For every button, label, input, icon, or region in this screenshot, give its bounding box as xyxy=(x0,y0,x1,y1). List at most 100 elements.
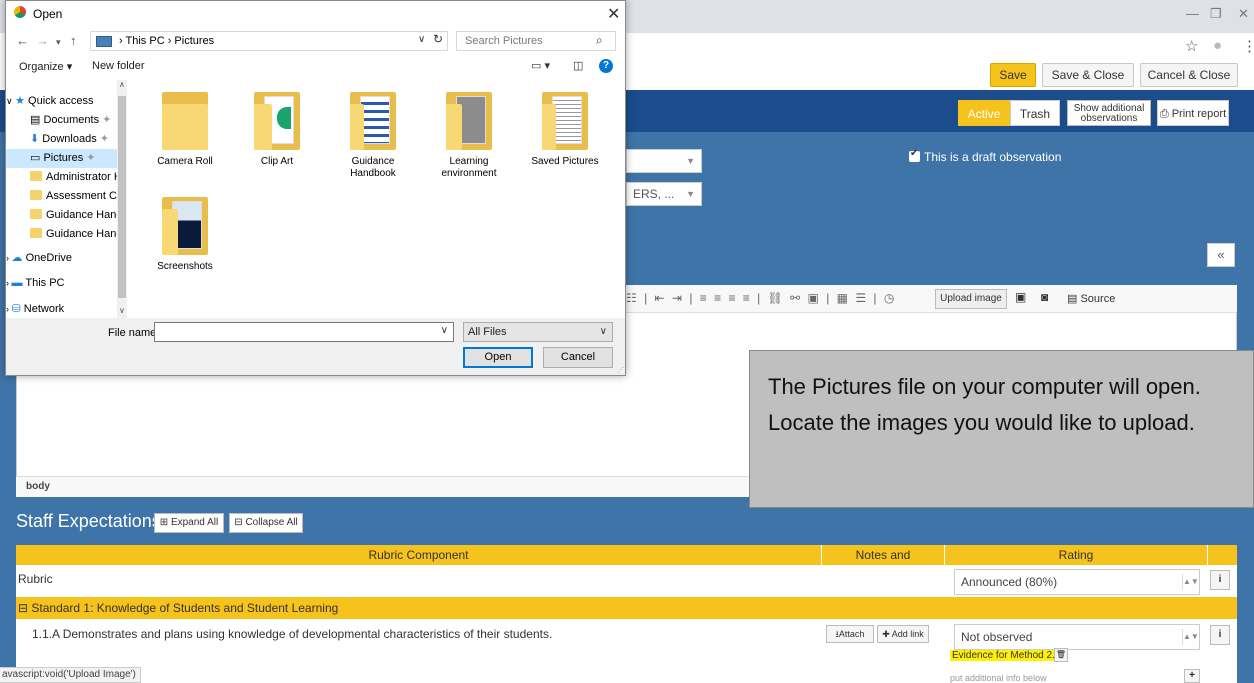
nav-network[interactable]: › ⛁ Network xyxy=(6,300,122,319)
search-icon[interactable]: ⌕ xyxy=(596,33,603,48)
close-window-icon[interactable]: ✕ xyxy=(1238,6,1249,22)
document-icon: ▤ xyxy=(30,114,41,126)
folder-icon xyxy=(30,171,42,181)
file-type-select[interactable]: All Files ∨ xyxy=(463,322,613,342)
folder-tile[interactable]: Clip Art xyxy=(240,92,314,168)
media-icon[interactable]: ▣ xyxy=(1015,290,1026,304)
expand-icon: ∨ xyxy=(6,96,16,106)
up-icon[interactable]: ↑ xyxy=(70,33,77,48)
info-button[interactable]: i xyxy=(1210,625,1230,645)
chevron-down-icon: ▼ xyxy=(686,189,695,199)
scroll-down-icon[interactable]: ∨ xyxy=(119,306,125,315)
observation-select-1[interactable]: ▼ xyxy=(626,149,702,173)
chevron-down-icon[interactable]: ∨ xyxy=(418,34,425,45)
nav-this-pc[interactable]: › ▬ This PC xyxy=(6,274,122,293)
nav-pictures[interactable]: ▭ Pictures ✦ xyxy=(6,149,122,168)
show-additional-button[interactable]: Show additional observations xyxy=(1067,100,1151,126)
rubric-rating-select[interactable]: Announced (80%) ▲▼ xyxy=(954,569,1200,595)
nav-folder[interactable]: Assessment Cale xyxy=(6,187,122,206)
section-title: Staff Expectations xyxy=(16,511,161,531)
checkbox-icon[interactable] xyxy=(909,148,920,162)
file-name-input[interactable]: ∨ xyxy=(154,322,454,342)
evidence-label: Evidence for Method 2. xyxy=(950,650,1057,661)
collapse-panel-button[interactable]: « xyxy=(1207,243,1235,267)
scrollbar-thumb[interactable] xyxy=(118,96,126,298)
chevron-down-icon: ∨ xyxy=(599,326,607,337)
save-close-button[interactable]: Save & Close xyxy=(1042,63,1134,87)
info-button[interactable]: i xyxy=(1210,570,1230,590)
breadcrumb[interactable]: › This PC › Pictures xyxy=(90,31,448,51)
nav-quick-access[interactable]: ∨ ★ Quick access xyxy=(6,92,122,111)
add-button[interactable]: + xyxy=(1184,669,1200,683)
back-icon[interactable]: ← xyxy=(16,33,29,48)
nav-folder[interactable]: Administrator H xyxy=(6,168,122,187)
camera-icon[interactable]: ◙ xyxy=(1041,290,1048,304)
attach-button[interactable]: ⭳Attach xyxy=(826,625,874,643)
this-pc-icon xyxy=(96,36,112,47)
resize-grip-icon[interactable]: ⋰ xyxy=(617,366,624,374)
preview-pane-icon[interactable]: ◫ xyxy=(573,59,583,72)
expand-all-button[interactable]: ⊞ Expand All xyxy=(154,513,224,533)
header-rating: Rating xyxy=(945,545,1207,565)
search-input[interactable]: Search Pictures xyxy=(456,31,616,51)
star-icon: ★ xyxy=(15,95,25,107)
folder-icon xyxy=(446,92,492,150)
folder-icon xyxy=(30,228,42,238)
network-icon: ⛁ xyxy=(11,303,21,315)
open-button[interactable]: Open xyxy=(463,347,533,368)
observation-select-2[interactable]: ERS, ... ▼ xyxy=(626,182,702,206)
instruction-callout: The Pictures file on your computer will … xyxy=(749,350,1254,508)
view-options-icon[interactable]: ▭ ▾ xyxy=(531,59,550,72)
cancel-close-button[interactable]: Cancel & Close xyxy=(1140,63,1238,87)
menu-icon[interactable]: ⋮ xyxy=(1242,37,1254,55)
folder-tile[interactable]: Camera Roll xyxy=(148,92,222,168)
standard-label[interactable]: ⊟ Standard 1: Knowledge of Students and … xyxy=(18,601,338,615)
folder-tile[interactable]: Guidance Handbook xyxy=(336,92,410,180)
restore-icon[interactable]: ❐ xyxy=(1210,6,1222,22)
save-button[interactable]: Save xyxy=(990,63,1036,87)
cancel-button[interactable]: Cancel xyxy=(543,347,613,368)
help-icon[interactable]: ? xyxy=(599,59,613,73)
chevron-down-icon: ▼ xyxy=(686,156,695,166)
header-rubric-component: Rubric Component xyxy=(16,545,821,565)
minimize-icon[interactable]: — xyxy=(1186,6,1199,21)
print-report-button[interactable]: ⎙ Print report xyxy=(1157,100,1229,126)
scroll-up-icon[interactable]: ∧ xyxy=(119,80,125,89)
component-text: 1.1.A Demonstrates and plans using knowl… xyxy=(32,627,553,641)
tab-trash[interactable]: Trash xyxy=(1010,100,1060,126)
refresh-icon[interactable]: ↻ xyxy=(433,32,443,46)
chevron-down-icon[interactable]: ∨ xyxy=(441,325,448,336)
additional-info-placeholder[interactable]: put additional info below xyxy=(950,673,1047,683)
item-rating-select[interactable]: Not observed ▲▼ xyxy=(954,624,1200,650)
header-blank xyxy=(1208,545,1237,565)
pictures-icon: ▭ xyxy=(30,152,41,164)
upload-image-button[interactable]: Upload image xyxy=(935,289,1007,309)
collapse-all-button[interactable]: ⊟ Collapse All xyxy=(229,513,303,533)
chevron-down-icon: ▲▼ xyxy=(1182,629,1199,645)
source-button[interactable]: ▤ Source xyxy=(1067,292,1115,305)
folder-icon xyxy=(162,92,208,150)
nav-onedrive[interactable]: › ☁ OneDrive xyxy=(6,249,122,268)
folder-icon xyxy=(30,190,42,200)
nav-folder[interactable]: Guidance Handb xyxy=(6,206,122,225)
forward-icon[interactable]: → xyxy=(36,33,49,48)
trash-icon[interactable]: 🗑 xyxy=(1054,648,1068,662)
folder-tile[interactable]: Learning environment xyxy=(432,92,506,180)
new-folder-button[interactable]: New folder xyxy=(92,60,145,72)
draft-checkbox[interactable]: This is a draft observation xyxy=(909,148,1061,164)
recent-locations-icon[interactable]: ▾ xyxy=(56,37,61,48)
nav-folder[interactable]: Guidance Handb xyxy=(6,225,122,244)
folder-tile[interactable]: Saved Pictures xyxy=(528,92,602,168)
folder-icon xyxy=(350,92,396,150)
folder-icon xyxy=(162,197,208,255)
folder-tile[interactable]: Screenshots xyxy=(148,197,222,273)
tab-active[interactable]: Active xyxy=(958,100,1010,126)
organize-menu[interactable]: Organize ▾ xyxy=(19,60,72,73)
chevron-down-icon: ▲▼ xyxy=(1182,574,1199,590)
bookmark-star-icon[interactable]: ☆ xyxy=(1185,37,1198,55)
add-link-button[interactable]: ✚ Add link xyxy=(877,625,929,643)
folder-icon xyxy=(30,209,42,219)
profile-icon[interactable]: ● xyxy=(1213,37,1222,54)
close-icon[interactable]: ✕ xyxy=(607,4,620,24)
editor-format-icons[interactable]: ☷ | ⇤ ⇥ | ≡ ≡ ≡ ≡ | ⛓ ⚯ ▣ | ▦ ☰ | ◷ xyxy=(626,291,896,305)
